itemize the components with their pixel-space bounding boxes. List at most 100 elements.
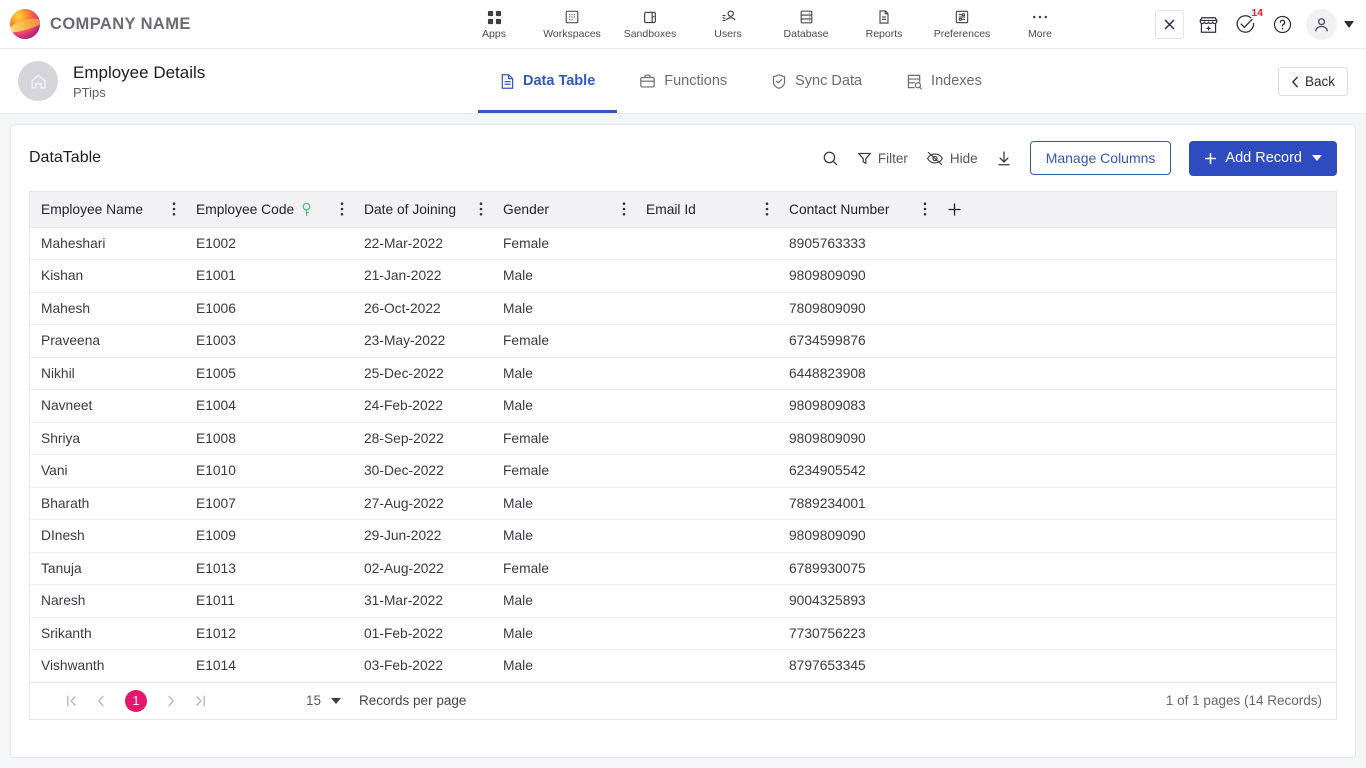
cell-email[interactable] <box>635 292 778 325</box>
cell-name[interactable]: Kishan <box>30 259 185 293</box>
manage-columns-button[interactable]: Manage Columns <box>1029 141 1172 175</box>
cell-code[interactable]: E1010 <box>185 454 353 488</box>
cell-doj[interactable]: 21-Jan-2022 <box>353 259 492 293</box>
nav-item-database[interactable]: Database <box>767 1 845 48</box>
column-header-email-id[interactable]: Email Id <box>635 192 778 228</box>
table-row[interactable]: Bharath E1007 27-Aug-2022 Male 7889234001 <box>30 487 1336 520</box>
cell-doj[interactable]: 31-Mar-2022 <box>353 584 492 618</box>
cell-contact[interactable]: 9809809090 <box>778 422 936 455</box>
cell-email[interactable] <box>635 617 778 650</box>
nav-item-reports[interactable]: Reports <box>845 1 923 48</box>
cell-gender[interactable]: Female <box>492 227 635 260</box>
cell-doj[interactable]: 02-Aug-2022 <box>353 552 492 585</box>
cell-gender[interactable]: Male <box>492 519 635 553</box>
cell-email[interactable] <box>635 422 778 455</box>
home-button[interactable] <box>18 61 58 101</box>
table-row[interactable]: Tanuja E1013 02-Aug-2022 Female 6789930075 <box>30 552 1336 585</box>
cell-name[interactable]: DInesh <box>30 519 185 553</box>
cell-gender[interactable]: Male <box>492 617 635 650</box>
user-menu[interactable] <box>1306 9 1354 40</box>
tasks-button[interactable]: 14 <box>1232 7 1263 38</box>
marketplace-button[interactable] <box>1195 12 1221 38</box>
cell-gender[interactable]: Female <box>492 422 635 455</box>
column-header-contact-number[interactable]: Contact Number <box>778 192 936 228</box>
column-header-date-of-joining[interactable]: Date of Joining <box>353 192 492 228</box>
table-row[interactable]: Praveena E1003 23-May-2022 Female 6734599876 <box>30 324 1336 358</box>
next-page-button[interactable] <box>167 695 175 707</box>
table-row[interactable]: Srikanth E1012 01-Feb-2022 Male 7730756223 <box>30 617 1336 650</box>
nav-item-sandboxes[interactable]: Sandboxes <box>611 1 689 48</box>
column-menu-icon[interactable] <box>479 202 483 217</box>
column-header-employee-code[interactable]: Employee Code <box>185 192 353 228</box>
table-row[interactable]: Mahesh E1006 26-Oct-2022 Male 7809809090 <box>30 292 1336 325</box>
column-header-gender[interactable]: Gender <box>492 192 635 228</box>
cell-contact[interactable]: 8797653345 <box>778 649 936 683</box>
table-row[interactable]: Navneet E1004 24-Feb-2022 Male 9809809083 <box>30 389 1336 423</box>
table-row[interactable]: Vani E1010 30-Dec-2022 Female 6234905542 <box>30 454 1336 488</box>
cell-gender[interactable]: Male <box>492 292 635 325</box>
cell-doj[interactable]: 29-Jun-2022 <box>353 519 492 553</box>
cell-name[interactable]: Vishwanth <box>30 649 185 683</box>
table-row[interactable]: DInesh E1009 29-Jun-2022 Male 9809809090 <box>30 519 1336 553</box>
cell-code[interactable]: E1004 <box>185 389 353 423</box>
cell-contact[interactable]: 7889234001 <box>778 487 936 520</box>
cell-email[interactable] <box>635 454 778 488</box>
cell-doj[interactable]: 25-Dec-2022 <box>353 357 492 390</box>
cell-code[interactable]: E1003 <box>185 324 353 358</box>
cell-code[interactable]: E1011 <box>185 584 353 618</box>
cell-code[interactable]: E1013 <box>185 552 353 585</box>
cell-contact[interactable]: 9809809083 <box>778 389 936 423</box>
cell-contact[interactable]: 6234905542 <box>778 454 936 488</box>
cell-doj[interactable]: 30-Dec-2022 <box>353 454 492 488</box>
previous-page-button[interactable] <box>97 695 105 707</box>
page-size-value[interactable]: 15 <box>306 693 321 708</box>
column-menu-icon[interactable] <box>765 202 769 217</box>
cell-doj[interactable]: 01-Feb-2022 <box>353 617 492 650</box>
cell-name[interactable]: Bharath <box>30 487 185 520</box>
add-record-button[interactable]: Add Record <box>1189 140 1337 176</box>
cell-email[interactable] <box>635 584 778 618</box>
nav-item-preferences[interactable]: Preferences <box>923 1 1001 48</box>
search-button[interactable] <box>822 150 839 167</box>
cell-contact[interactable]: 7730756223 <box>778 617 936 650</box>
cell-email[interactable] <box>635 389 778 423</box>
cell-doj[interactable]: 28-Sep-2022 <box>353 422 492 455</box>
cell-gender[interactable]: Male <box>492 389 635 423</box>
column-menu-icon[interactable] <box>622 202 626 217</box>
cell-contact[interactable]: 9004325893 <box>778 584 936 618</box>
cell-gender[interactable]: Male <box>492 487 635 520</box>
cell-email[interactable] <box>635 519 778 553</box>
cell-name[interactable]: Nikhil <box>30 357 185 390</box>
first-page-button[interactable] <box>66 695 77 707</box>
column-menu-icon[interactable] <box>172 202 176 217</box>
cell-email[interactable] <box>635 487 778 520</box>
back-button[interactable]: Back <box>1277 67 1348 96</box>
cell-code[interactable]: E1012 <box>185 617 353 650</box>
cell-contact[interactable]: 6448823908 <box>778 357 936 390</box>
column-menu-icon[interactable] <box>340 202 344 217</box>
cell-gender[interactable]: Female <box>492 454 635 488</box>
nav-item-more[interactable]: More <box>1001 1 1079 48</box>
cell-code[interactable]: E1006 <box>185 292 353 325</box>
tab-sync-data[interactable]: Sync Data <box>749 49 884 113</box>
column-menu-icon[interactable] <box>923 202 927 217</box>
table-row[interactable]: Naresh E1011 31-Mar-2022 Male 9004325893 <box>30 584 1336 618</box>
add-column-header[interactable] <box>936 192 1336 228</box>
filter-button[interactable]: Filter <box>857 151 908 166</box>
cell-email[interactable] <box>635 649 778 683</box>
hide-button[interactable]: Hide <box>926 151 978 166</box>
table-row[interactable]: Nikhil E1005 25-Dec-2022 Male 6448823908 <box>30 357 1336 390</box>
nav-item-apps[interactable]: Apps <box>455 1 533 48</box>
cell-contact[interactable]: 6734599876 <box>778 324 936 358</box>
cell-gender[interactable]: Male <box>492 584 635 618</box>
cell-code[interactable]: E1005 <box>185 357 353 390</box>
cell-doj[interactable]: 22-Mar-2022 <box>353 227 492 260</box>
cell-name[interactable]: Vani <box>30 454 185 488</box>
download-button[interactable] <box>996 150 1012 167</box>
cell-contact[interactable]: 8905763333 <box>778 227 936 260</box>
cell-contact[interactable]: 6789930075 <box>778 552 936 585</box>
last-page-button[interactable] <box>195 695 206 707</box>
tab-indexes[interactable]: Indexes <box>884 49 1004 113</box>
cell-name[interactable]: Tanuja <box>30 552 185 585</box>
cell-email[interactable] <box>635 324 778 358</box>
